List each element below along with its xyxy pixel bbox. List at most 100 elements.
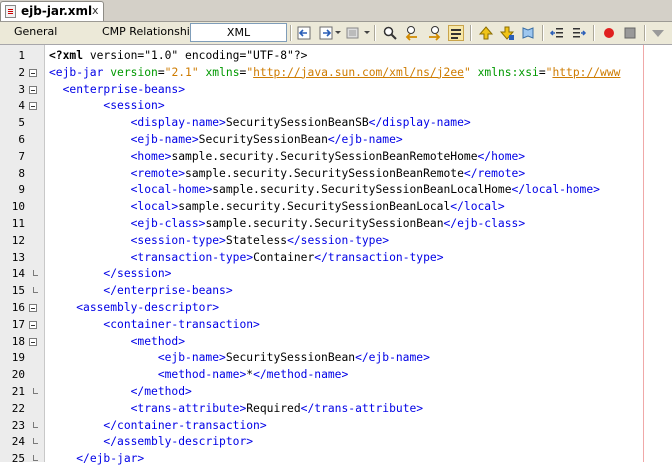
code-token: <home> xyxy=(130,149,172,163)
code-token: <session-type> xyxy=(130,233,226,247)
code-token: </enterprise-beans> xyxy=(103,284,233,298)
code-line: <trans-attribute>Required</trans-attribu… xyxy=(49,401,423,418)
toolbar-separator xyxy=(470,25,472,41)
code-token: </session-type> xyxy=(287,233,390,247)
code-line: <local-home>sample.security.SecuritySess… xyxy=(49,182,600,199)
right-margin-line xyxy=(643,45,644,462)
toggle-bookmark-icon[interactable] xyxy=(520,25,536,41)
code-line: <method-name>*</method-name> xyxy=(49,367,348,384)
stop-macro-icon[interactable] xyxy=(622,25,638,41)
chevron-down-icon[interactable] xyxy=(364,31,370,34)
find-previous-icon[interactable] xyxy=(404,25,420,41)
code-line: <session> xyxy=(49,98,164,115)
find-icon[interactable] xyxy=(382,25,398,41)
code-token: <display-name> xyxy=(130,116,226,130)
fold-toggle-icon[interactable] xyxy=(29,304,37,312)
toolbar-separator xyxy=(374,25,376,41)
record-macro-icon[interactable] xyxy=(601,25,617,41)
previous-bookmark-icon[interactable] xyxy=(478,25,494,41)
file-tab-ejb-jar[interactable]: ejb-jar.xml x xyxy=(0,1,104,21)
line-number: 19 xyxy=(11,351,25,365)
code-token: </transaction-type> xyxy=(314,250,444,264)
code-line: <home>sample.security.SecuritySessionBea… xyxy=(49,149,525,166)
line-number: 11 xyxy=(11,217,25,230)
shift-left-icon[interactable] xyxy=(549,25,565,41)
validate-icon[interactable] xyxy=(650,25,666,41)
code-line: <?xml version="1.0" encoding="UTF-8"?> xyxy=(49,48,307,65)
code-token: = xyxy=(538,65,546,79)
code-token: <local> xyxy=(130,200,179,214)
back-icon[interactable] xyxy=(296,25,312,41)
code-line: <method> xyxy=(49,334,185,351)
fold-toggle-icon[interactable] xyxy=(29,320,37,329)
code-token: </session> xyxy=(103,267,172,281)
editor-toolbar: General CMP Relationships XML xyxy=(0,22,672,45)
code-line: <session-type>Stateless</session-type> xyxy=(49,233,389,250)
code-token: sample.security.SecuritySessionBean xyxy=(205,217,444,230)
code-token: " xyxy=(463,65,471,79)
code-token: </container-transaction> xyxy=(103,418,267,432)
code-token: <?xml xyxy=(49,49,84,62)
code-token[interactable]: http://java.sun.com/xml/ns/j2ee xyxy=(253,66,464,79)
line-number: 10 xyxy=(11,200,25,214)
code-token: <trans-attribute> xyxy=(130,401,247,415)
code-line: <transaction-type>Container</transaction… xyxy=(49,250,444,267)
code-editor[interactable]: <?xml version="1.0" encoding="UTF-8"?> <e… xyxy=(45,45,672,466)
code-token: sample.security.SecuritySessionBeanLocal xyxy=(178,200,451,214)
code-token: </ejb-jar> xyxy=(76,452,145,466)
code-line: <ejb-jar version="2.1" xmlns="http://jav… xyxy=(49,65,620,82)
code-token: <local-home> xyxy=(130,183,213,197)
next-bookmark-icon[interactable] xyxy=(499,25,515,41)
fold-end-marker xyxy=(33,421,38,428)
tab-xml[interactable]: XML xyxy=(190,23,287,42)
fold-toggle-icon[interactable] xyxy=(29,102,37,111)
forward-icon[interactable] xyxy=(318,25,334,41)
tab-cmp-relationships[interactable]: CMP Relationships xyxy=(102,25,203,38)
line-number: 7 xyxy=(18,149,25,163)
code-token: <remote> xyxy=(130,166,186,180)
fold-toggle-icon[interactable] xyxy=(29,68,37,77)
toolbar-separator xyxy=(290,25,292,41)
code-token: "2.1" xyxy=(164,65,199,79)
fold-toggle-icon[interactable] xyxy=(29,337,37,346)
close-tab-icon[interactable]: x xyxy=(92,4,99,17)
fold-toggle-icon[interactable] xyxy=(29,85,37,94)
code-token: <container-transaction> xyxy=(103,317,260,331)
toggle-highlight-icon[interactable] xyxy=(448,25,464,41)
code-line: <local>sample.security.SecuritySessionBe… xyxy=(49,199,505,216)
chevron-down-icon[interactable] xyxy=(335,31,341,34)
shift-right-icon[interactable] xyxy=(571,25,587,41)
line-number: 8 xyxy=(18,166,25,180)
history-icon[interactable] xyxy=(345,25,361,41)
line-number: 25 xyxy=(11,452,25,466)
code-token: </ejb-name> xyxy=(355,351,430,365)
code-token: Stateless xyxy=(225,233,288,247)
tab-general[interactable]: General xyxy=(14,25,57,38)
code-line: </session> xyxy=(49,266,171,283)
code-token[interactable]: http://www xyxy=(552,66,620,79)
fold-end-marker xyxy=(33,270,38,277)
line-number: 24 xyxy=(11,435,25,449)
find-next-icon[interactable] xyxy=(426,25,442,41)
code-line: </assembly-descriptor> xyxy=(49,434,253,451)
code-token: </local-home> xyxy=(511,183,600,197)
code-token: </home> xyxy=(477,149,526,163)
code-token: Container xyxy=(253,250,315,264)
code-token: = xyxy=(157,65,165,79)
code-token: <transaction-type> xyxy=(130,250,254,264)
toolbar-separator xyxy=(542,25,544,41)
